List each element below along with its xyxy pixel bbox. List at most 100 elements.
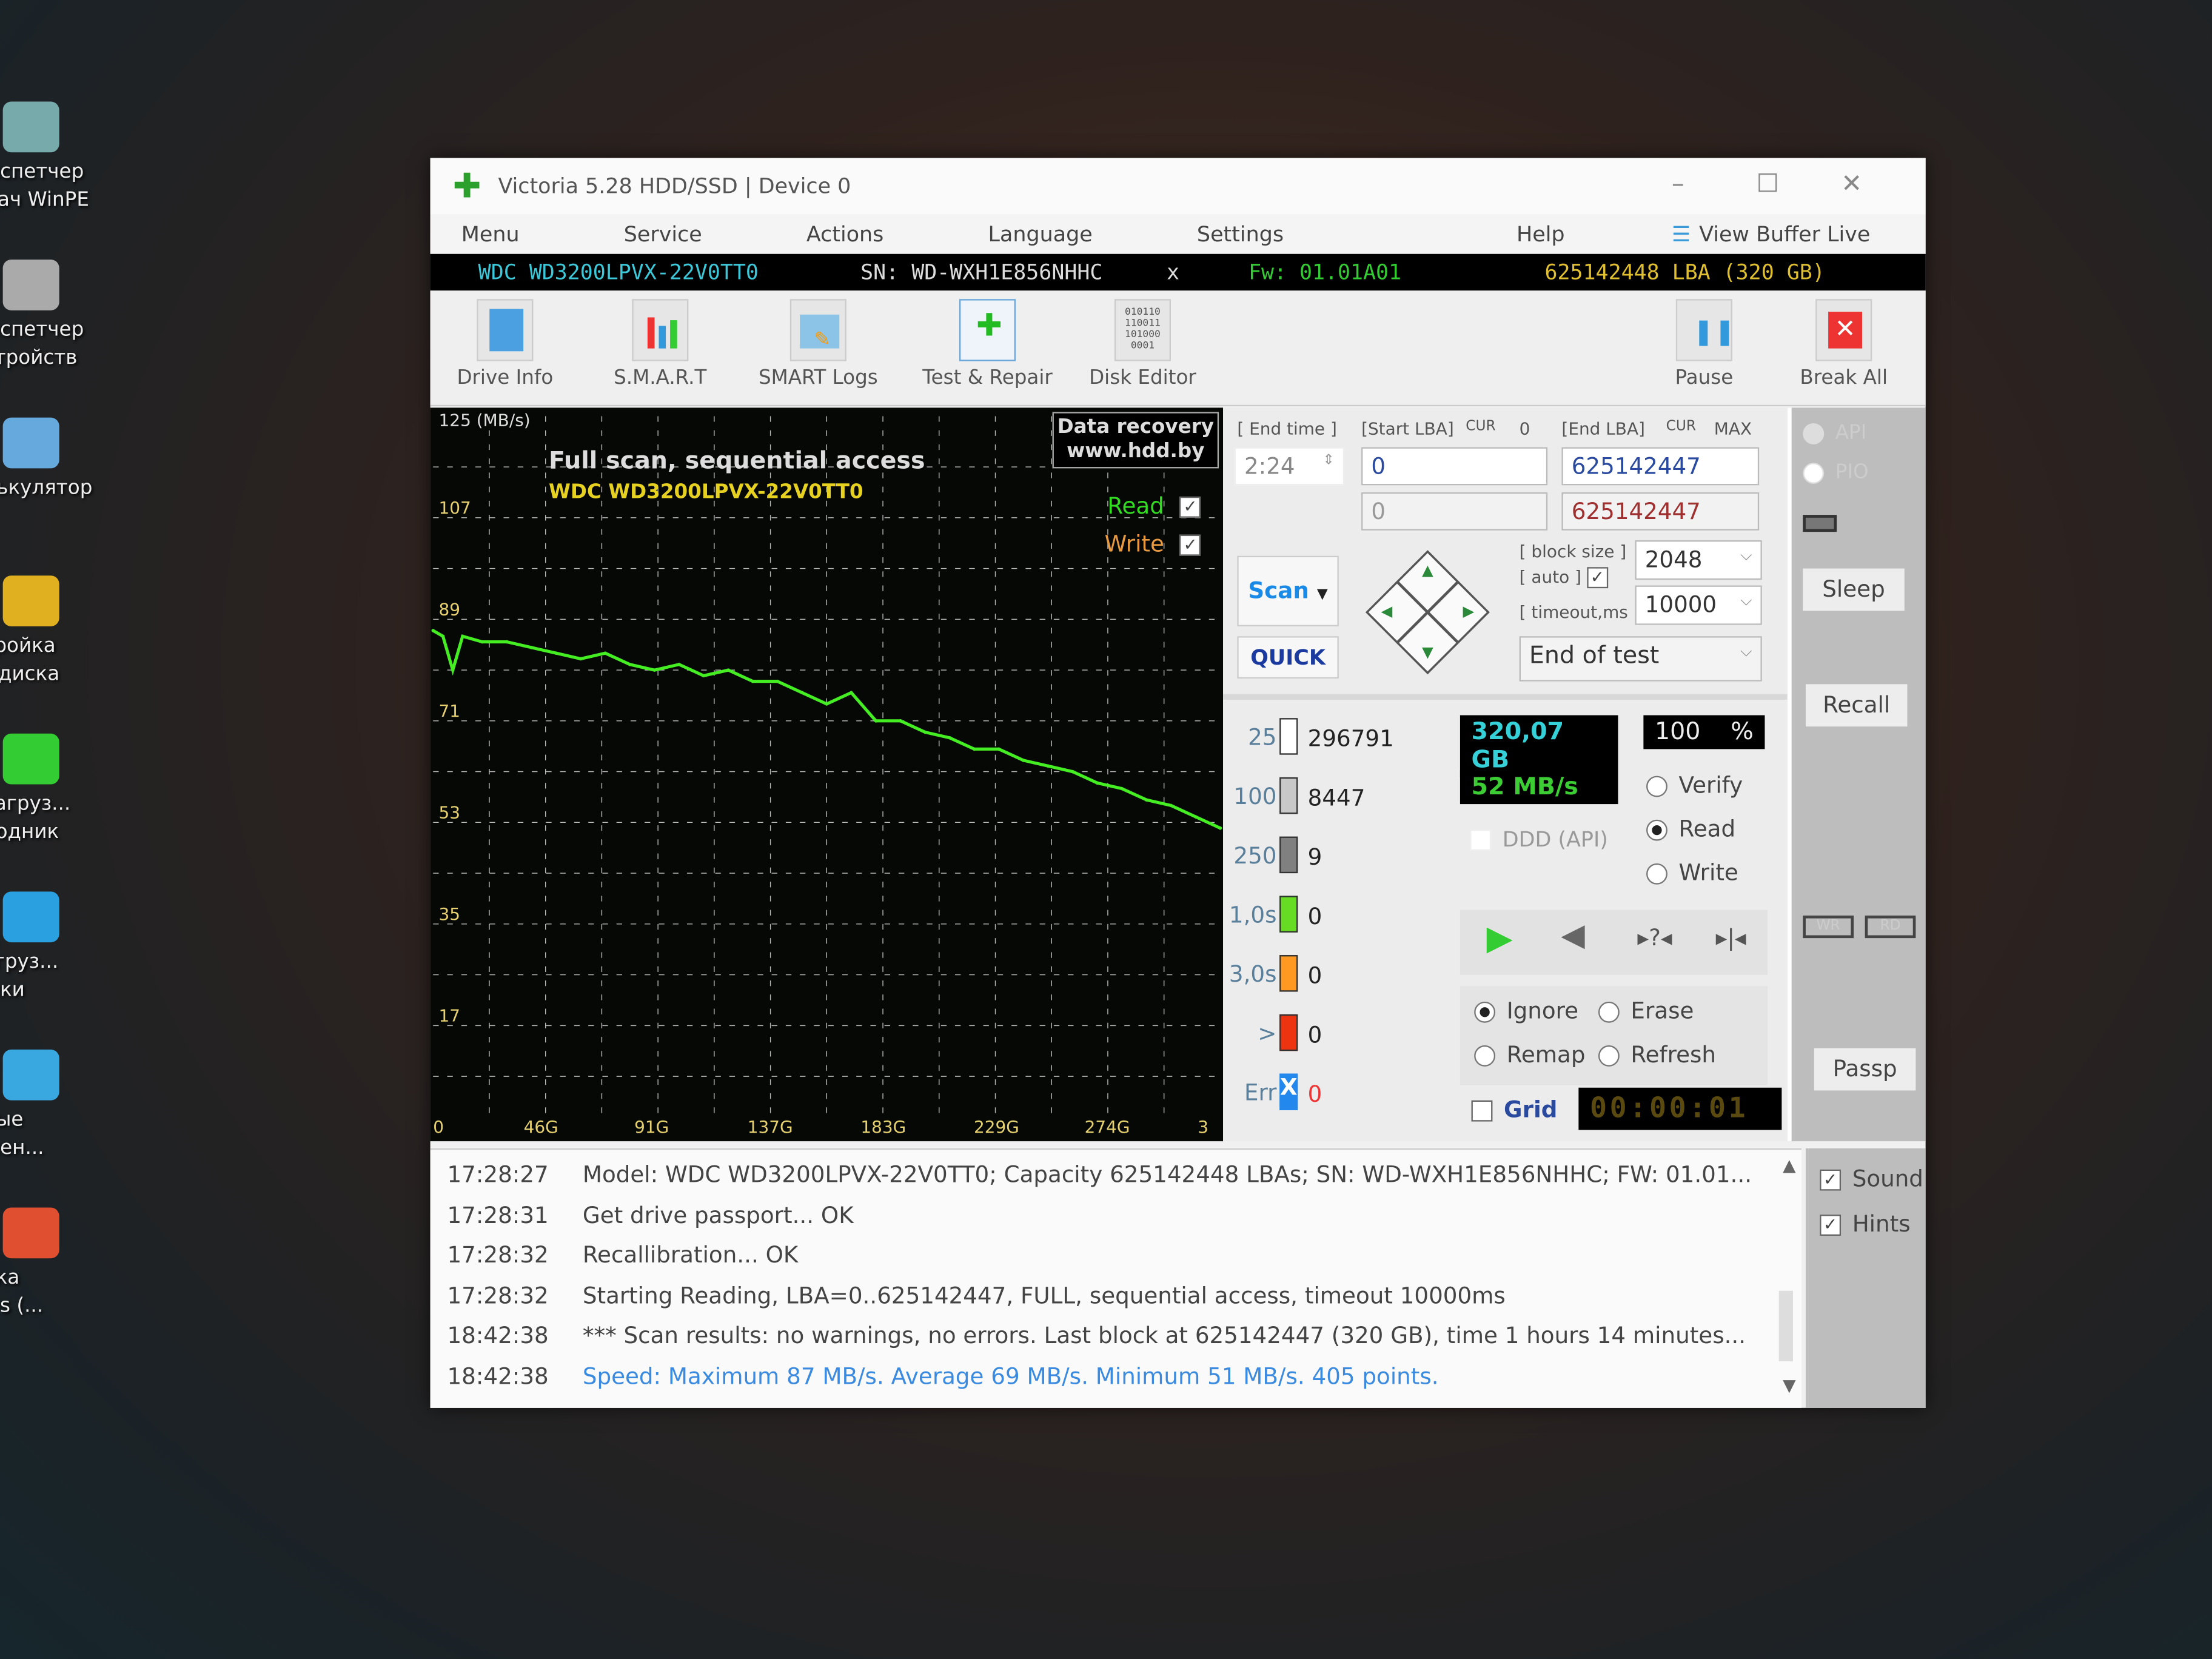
- pio-radio[interactable]: PIO: [1803, 461, 1869, 484]
- play-button[interactable]: ▶: [1474, 919, 1525, 964]
- passport-button[interactable]: Passp: [1814, 1048, 1916, 1091]
- sound-option[interactable]: ✓ Sound: [1820, 1165, 1923, 1192]
- block-size-select[interactable]: 2048 ⌵: [1635, 540, 1762, 580]
- minimize-icon[interactable]: –: [1672, 169, 1684, 199]
- y-tick-label: 89: [439, 599, 461, 619]
- desktop-icon-shortcuts-reload[interactable]: загруз... лыки: [0, 891, 127, 1004]
- scroll-down-icon[interactable]: ▼: [1783, 1375, 1795, 1395]
- menu-service[interactable]: Service: [624, 221, 702, 247]
- desktop-icon-network[interactable]: евые ючен...: [0, 1049, 127, 1162]
- grid-option[interactable]: Grid: [1471, 1096, 1557, 1123]
- desktop-icon-task-manager[interactable]: Диспетчер адач WinPE: [0, 101, 127, 215]
- smart-logs-button[interactable]: ✎ SMART Logs: [755, 293, 882, 389]
- menu-menu[interactable]: Menu: [461, 221, 520, 247]
- hints-checkbox[interactable]: ✓: [1820, 1215, 1842, 1236]
- event-log: 17:28:27 Model: WDC WD3200LPVX-22V0TT0; C…: [430, 1148, 1801, 1408]
- end-lba-input[interactable]: 625142447: [1561, 447, 1760, 486]
- log-text: Recallibration... OK: [582, 1241, 799, 1269]
- desktop-icon-explorer-reload[interactable]: езагруз... оводник: [0, 733, 127, 846]
- hints-option[interactable]: ✓ Hints: [1820, 1210, 1911, 1237]
- log-text: Model: WDC WD3200LPVX-22V0TT0; Capacity …: [582, 1161, 1752, 1188]
- stat-color-swatch: [1279, 777, 1298, 814]
- view-buffer-live[interactable]: ☰ View Buffer Live: [1672, 221, 1870, 247]
- quick-button[interactable]: QUICK: [1237, 636, 1339, 679]
- data-point: [461, 634, 464, 638]
- current-speed: 52 MB/s: [1460, 770, 1618, 805]
- maximize-icon[interactable]: ☐: [1756, 169, 1779, 199]
- data-point: [431, 629, 435, 632]
- legend-read[interactable]: Read ✓: [1107, 492, 1212, 519]
- mode-read-radio[interactable]: Read: [1646, 816, 1735, 842]
- desktop-icon-label: Диспетчер: [0, 318, 84, 342]
- grid-checkbox[interactable]: [1471, 1100, 1493, 1122]
- desktop-icon-ramdisk-setup[interactable]: стройка m-диска: [0, 575, 127, 688]
- butterfly-button[interactable]: ▸|◂: [1703, 924, 1759, 969]
- scroll-up-icon[interactable]: ▲: [1783, 1155, 1795, 1175]
- desktop-icon-calculator[interactable]: алькулятор: [0, 417, 127, 503]
- stat-label: Err: [1244, 1079, 1277, 1106]
- action-refresh-radio[interactable]: Refresh: [1598, 1041, 1716, 1068]
- data-point: [603, 651, 608, 655]
- api-radio[interactable]: API: [1803, 422, 1866, 444]
- window-title: Victoria 5.28 HDD/SSD | Device 0: [498, 173, 851, 199]
- end-time-spinner[interactable]: 2:24 ⇕: [1234, 447, 1345, 486]
- start-zero-button[interactable]: 0: [1520, 419, 1530, 439]
- sleep-button[interactable]: Sleep: [1803, 568, 1905, 611]
- drive-info-button[interactable]: Drive Info: [441, 293, 568, 389]
- close-icon[interactable]: ✕: [1841, 169, 1862, 199]
- dropdown-arrow-icon: ▼: [1316, 586, 1328, 603]
- test-repair-button[interactable]: ✚ Test & Repair: [919, 293, 1057, 389]
- log-scrollbar[interactable]: [1778, 1290, 1793, 1362]
- menu-settings[interactable]: Settings: [1197, 221, 1284, 247]
- wr-button[interactable]: WR: [1803, 915, 1854, 939]
- action-erase-radio[interactable]: Erase: [1598, 997, 1694, 1024]
- x-tick-label: 274G: [1085, 1117, 1130, 1137]
- desktop-icon-label: евые: [0, 1108, 24, 1131]
- data-point: [972, 747, 976, 751]
- stat-color-swatch: [1279, 836, 1298, 874]
- recall-button[interactable]: Recall: [1805, 684, 1908, 727]
- desktop-icon-label: езагруз...: [0, 793, 71, 816]
- smart-button[interactable]: S.M.A.R.T: [597, 293, 723, 389]
- mode-verify-radio[interactable]: Verify: [1646, 772, 1743, 799]
- break-all-button[interactable]: ✕ Break All: [1788, 293, 1900, 389]
- speed-chart: 107 89 71 53 35 17 0 46G 91G 137G 183G 229G 274G 3 12…: [430, 407, 1224, 1142]
- reverse-button[interactable]: ◀: [1547, 919, 1598, 964]
- action-remap-radio[interactable]: Remap: [1474, 1041, 1586, 1068]
- disk-editor-button[interactable]: 010110 110011 101000 0001 Disk Editor: [1079, 293, 1206, 389]
- drive-model: WDC WD3200LPVX-22V0TT0: [478, 260, 759, 285]
- desktop-icon-device-manager[interactable]: Диспетчер устройств: [0, 260, 127, 372]
- menu-language[interactable]: Language: [988, 221, 1093, 247]
- auto-checkbox[interactable]: ✓: [1586, 567, 1608, 589]
- data-point: [1120, 786, 1124, 791]
- timeout-select[interactable]: 10000 ⌵: [1635, 585, 1762, 625]
- end-max-button[interactable]: MAX: [1714, 419, 1752, 439]
- app-logo-icon: ✚: [452, 166, 481, 206]
- write-checkbox[interactable]: ✓: [1179, 534, 1201, 556]
- stat-label: 250: [1233, 842, 1277, 870]
- pause-button[interactable]: ❚❚ Pause: [1655, 293, 1754, 389]
- read-checkbox[interactable]: ✓: [1179, 496, 1201, 518]
- action-ignore-radio[interactable]: Ignore: [1474, 997, 1578, 1024]
- pause-icon: ❚❚: [1675, 299, 1735, 361]
- mode-write-radio[interactable]: Write: [1646, 859, 1738, 886]
- menu-actions[interactable]: Actions: [806, 221, 883, 247]
- stat-value: 0: [1307, 1081, 1322, 1108]
- close-drive-button[interactable]: x: [1167, 260, 1179, 285]
- desktop-icon-windows-install[interactable]: овка ows (...: [0, 1207, 127, 1320]
- ddd-api-option[interactable]: DDD (API): [1470, 826, 1608, 852]
- sound-checkbox[interactable]: ✓: [1820, 1169, 1842, 1191]
- end-cur-button[interactable]: CUR: [1666, 419, 1696, 435]
- calculator-icon: [2, 417, 59, 469]
- start-cur-button[interactable]: CUR: [1466, 419, 1495, 435]
- rd-button[interactable]: RD: [1865, 915, 1916, 939]
- stat-row: 3,0s 0: [1223, 955, 1435, 997]
- scan-button[interactable]: Scan ▼: [1237, 555, 1339, 626]
- menu-help[interactable]: Help: [1517, 221, 1565, 247]
- log-entry: 18:42:38 *** Scan results: no warnings, n…: [447, 1322, 1746, 1349]
- direction-pad[interactable]: [1364, 549, 1491, 675]
- legend-write[interactable]: Write ✓: [1105, 531, 1213, 557]
- end-action-select[interactable]: End of test ⌵: [1519, 636, 1762, 682]
- random-seek-button[interactable]: ▸?◂: [1626, 924, 1683, 969]
- start-lba-input[interactable]: 0: [1361, 447, 1548, 486]
